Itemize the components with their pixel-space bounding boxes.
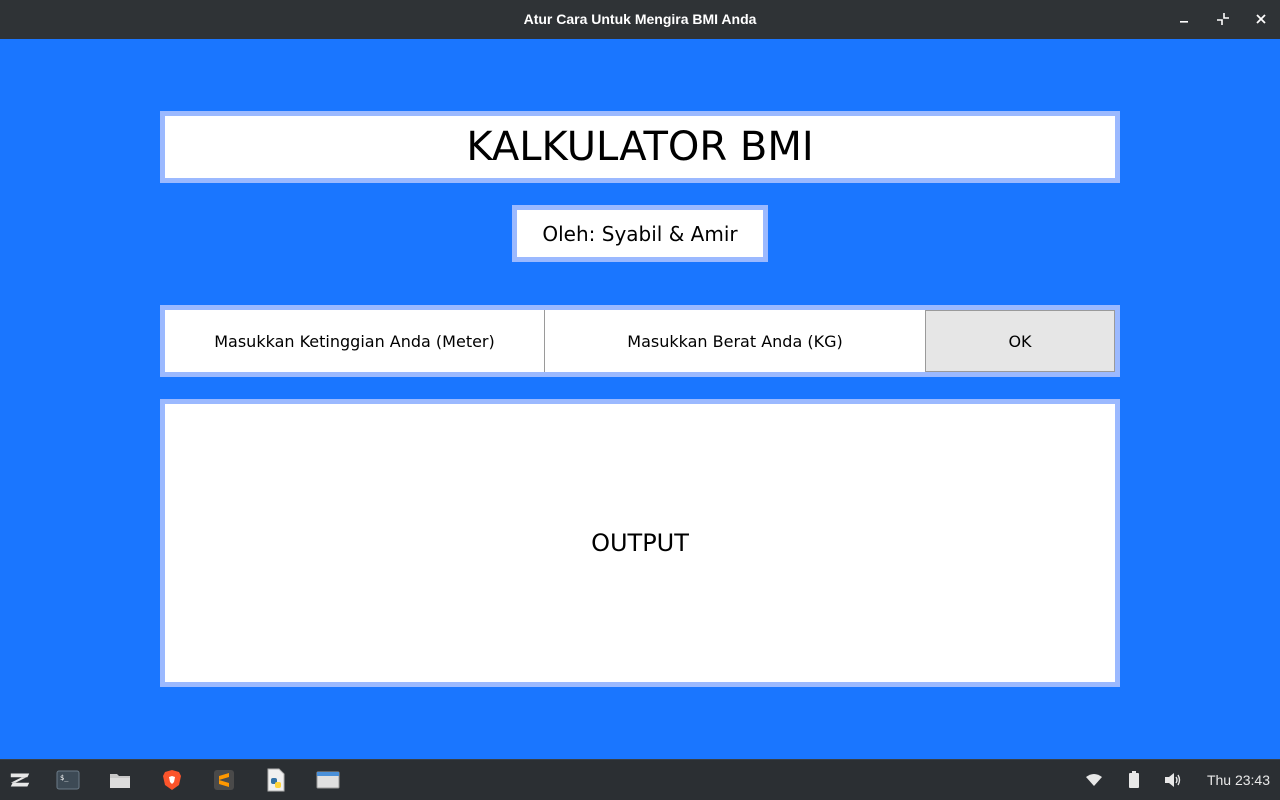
brave-browser-icon[interactable] <box>160 768 184 792</box>
app-window-content: KALKULATOR BMI Oleh: Syabil & Amir Masuk… <box>0 39 1280 759</box>
window-icon[interactable] <box>316 768 340 792</box>
taskbar: $_ Thu 23:43 <box>0 759 1280 800</box>
output-display: OUTPUT <box>160 399 1120 687</box>
svg-text:$_: $_ <box>60 774 69 782</box>
close-icon[interactable] <box>1250 9 1272 29</box>
author-label: Oleh: Syabil & Amir <box>512 205 768 262</box>
zorin-menu-icon[interactable] <box>8 768 32 792</box>
sublime-text-icon[interactable] <box>212 768 236 792</box>
window-titlebar: Atur Cara Untuk Mengira BMI Anda <box>0 0 1280 39</box>
files-icon[interactable] <box>108 768 132 792</box>
clock[interactable]: Thu 23:43 <box>1207 760 1270 800</box>
weight-input[interactable]: Masukkan Berat Anda (KG) <box>545 310 925 372</box>
terminal-icon[interactable]: $_ <box>56 768 80 792</box>
minimize-icon[interactable] <box>1174 9 1196 29</box>
ok-button[interactable]: OK <box>925 310 1115 372</box>
input-row: Masukkan Ketinggian Anda (Meter) Masukka… <box>160 305 1120 377</box>
wifi-icon[interactable] <box>1084 770 1104 790</box>
restore-icon[interactable] <box>1212 9 1234 29</box>
height-input[interactable]: Masukkan Ketinggian Anda (Meter) <box>165 310 545 372</box>
page-title: KALKULATOR BMI <box>160 111 1120 183</box>
volume-icon[interactable] <box>1163 770 1183 790</box>
python-file-icon[interactable] <box>264 768 288 792</box>
window-title: Atur Cara Untuk Mengira BMI Anda <box>523 11 757 27</box>
battery-icon[interactable] <box>1124 770 1144 790</box>
